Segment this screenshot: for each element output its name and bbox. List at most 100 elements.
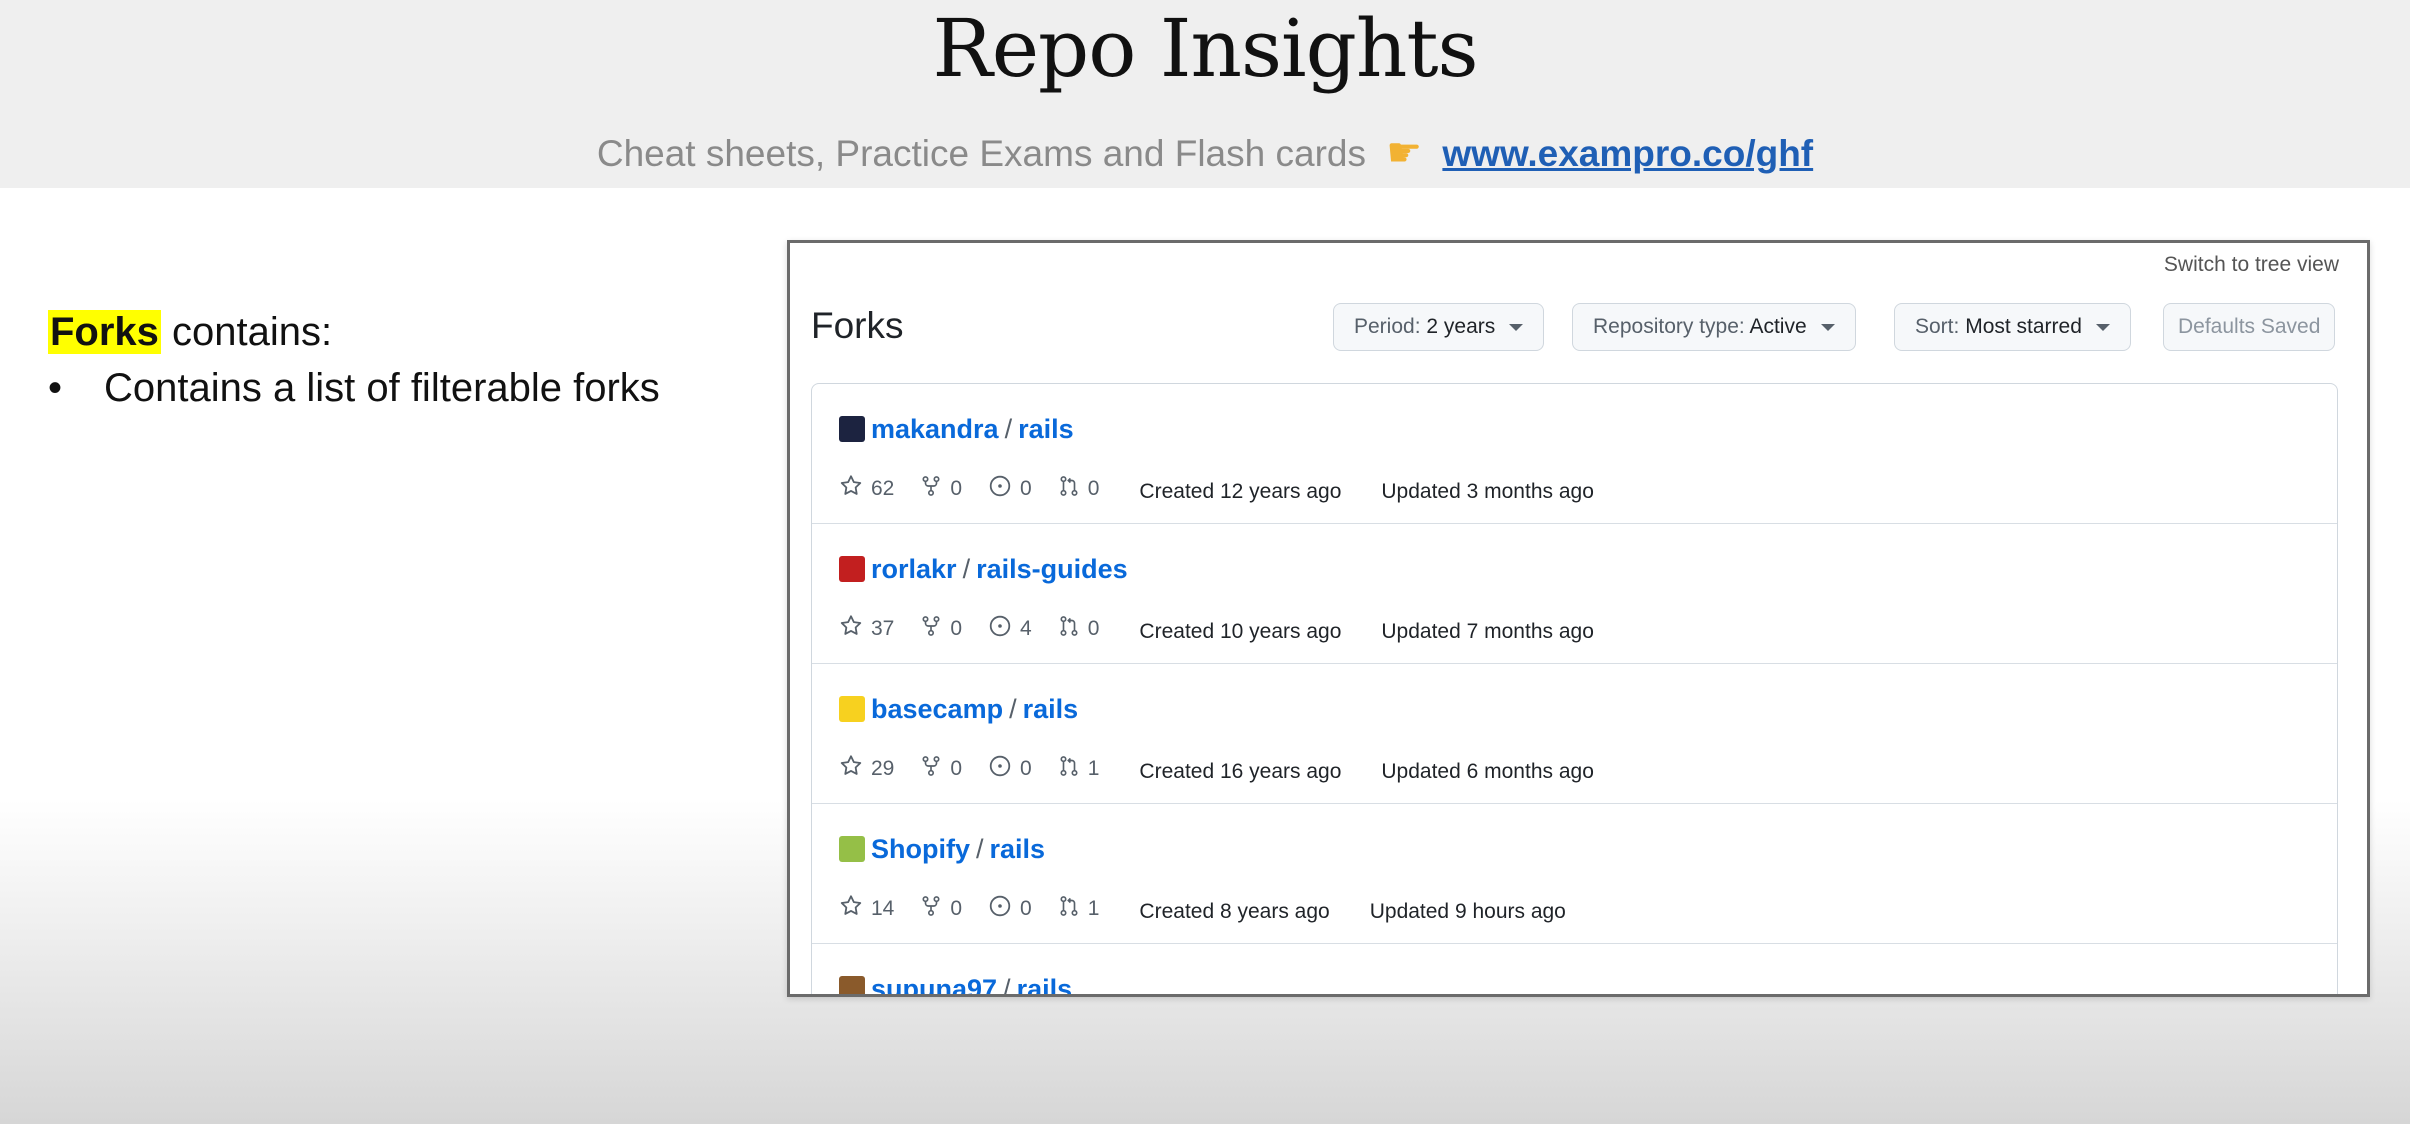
prs-count: 1 (1087, 757, 1100, 780)
issues-stat[interactable]: 0 (988, 754, 1032, 784)
issues-count: 4 (1020, 617, 1032, 640)
issue-icon (988, 474, 1020, 504)
pull-request-icon (1058, 474, 1088, 504)
updated-date: Updated 6 months ago (1381, 760, 1594, 783)
fork-row: supuna97 / rails (812, 944, 2337, 997)
fork-owner-link[interactable]: basecamp (871, 694, 1003, 724)
issue-icon (988, 754, 1020, 784)
prs-stat[interactable]: 0 (1058, 614, 1100, 644)
period-value: 2 years (1426, 315, 1496, 338)
bullet-dot-icon: • (48, 366, 63, 410)
sort-value: Most starred (1965, 315, 2082, 338)
fork-icon (920, 754, 950, 784)
switch-tree-view-link[interactable]: Switch to tree view (2164, 253, 2339, 277)
issue-icon (988, 614, 1020, 644)
forks-title: Forks (811, 305, 904, 346)
repo-separator: / (962, 554, 971, 584)
updated-date: Updated 7 months ago (1381, 620, 1594, 643)
forks-highlight: Forks (48, 310, 161, 354)
fork-row: basecamp / rails 29 0 0 1 Created 16 years ago U… (812, 664, 2337, 804)
fork-repo-link[interactable]: rails-guides (976, 554, 1128, 584)
issues-stat[interactable]: 4 (988, 614, 1032, 644)
owner-avatar (839, 695, 865, 722)
forks-stat[interactable]: 0 (920, 614, 962, 644)
fork-repo-link[interactable]: rails (990, 834, 1046, 864)
star-icon (839, 474, 871, 504)
fork-meta: 29 0 0 1 Created 16 years ago Updated 6 month… (839, 754, 1634, 784)
repository-type-filter[interactable]: Repository type: Active (1572, 303, 1856, 351)
forks-panel-screenshot: Switch to tree view Forks Period: 2 year… (787, 240, 2370, 997)
created-date: Created 10 years ago (1139, 620, 1342, 643)
sort-filter[interactable]: Sort: Most starred (1894, 303, 2131, 351)
stars-count: 14 (871, 897, 895, 920)
updated-date: Updated 3 months ago (1381, 480, 1594, 503)
pull-request-icon (1058, 614, 1088, 644)
forks-stat[interactable]: 0 (920, 894, 962, 924)
forks-count: 0 (950, 617, 963, 640)
fork-icon (920, 614, 950, 644)
fork-meta: 62 0 0 0 Created 12 years ago Updated 3 month… (839, 474, 1634, 504)
sort-label: Sort: (1915, 315, 1960, 338)
slide-header: Repo Insights Cheat sheets, Practice Exa… (0, 0, 2410, 188)
prs-count: 1 (1087, 897, 1100, 920)
subtitle-text: Cheat sheets, Practice Exams and Flash c… (596, 133, 1366, 174)
prs-stat[interactable]: 0 (1058, 474, 1100, 504)
stars-stat[interactable]: 37 (839, 614, 894, 644)
fork-repo-line: supuna97 / rails (839, 974, 1073, 997)
fork-owner-link[interactable]: Shopify (871, 834, 970, 864)
stars-stat[interactable]: 62 (839, 474, 894, 504)
created-date: Created 8 years ago (1139, 900, 1330, 923)
fork-repo-link[interactable]: rails (1018, 414, 1074, 444)
fork-icon (920, 894, 950, 924)
prs-count: 0 (1087, 477, 1100, 500)
stars-stat[interactable]: 29 (839, 754, 894, 784)
fork-owner-link[interactable]: rorlakr (871, 554, 957, 584)
bullet-text: Contains a list of filterable forks (104, 366, 660, 410)
fork-repo-line: makandra / rails (839, 414, 1074, 445)
exampro-link[interactable]: www.exampro.co/ghf (1442, 133, 1813, 174)
owner-avatar (839, 415, 865, 442)
forks-stat[interactable]: 0 (920, 754, 962, 784)
forks-heading: Forks contains: (48, 310, 332, 355)
issues-stat[interactable]: 0 (988, 894, 1032, 924)
stars-stat[interactable]: 14 (839, 894, 894, 924)
created-date: Created 12 years ago (1139, 480, 1342, 503)
slide-subtitle: Cheat sheets, Practice Exams and Flash c… (0, 130, 2410, 176)
stars-count: 29 (871, 757, 895, 780)
fork-meta: 14 0 0 1 Created 8 years ago Updated 9 hours … (839, 894, 1606, 924)
stars-count: 37 (871, 617, 895, 640)
fork-repo-line: basecamp / rails (839, 694, 1078, 725)
star-icon (839, 614, 871, 644)
repo-separator: / (1003, 974, 1011, 997)
repo-separator: / (1004, 414, 1013, 444)
updated-date: Updated 9 hours ago (1369, 900, 1566, 923)
pull-request-icon (1058, 754, 1088, 784)
issue-icon (988, 894, 1020, 924)
forks-stat[interactable]: 0 (920, 474, 962, 504)
fork-row: rorlakr / rails-guides 37 0 4 0 Created 10 year… (812, 524, 2337, 664)
heading-rest: contains: (160, 310, 333, 354)
period-filter[interactable]: Period: 2 years (1333, 303, 1545, 351)
owner-avatar (839, 835, 865, 862)
fork-repo-line: Shopify / rails (839, 834, 1045, 865)
fork-row: Shopify / rails 14 0 0 1 Created 8 years ago Upd… (812, 804, 2337, 944)
fork-owner-link[interactable]: supuna97 (871, 974, 997, 994)
pointing-hand-icon: ☛ (1386, 131, 1423, 175)
owner-avatar (839, 555, 865, 582)
repo-separator: / (976, 834, 984, 864)
prs-stat[interactable]: 1 (1058, 894, 1100, 924)
prs-count: 0 (1087, 617, 1100, 640)
caret-down-icon (2095, 323, 2110, 331)
issues-stat[interactable]: 0 (988, 474, 1032, 504)
fork-repo-link[interactable]: rails (1023, 694, 1079, 724)
issues-count: 0 (1020, 477, 1032, 500)
created-date: Created 16 years ago (1139, 760, 1342, 783)
fork-owner-link[interactable]: makandra (871, 414, 999, 444)
fork-row: makandra / rails 62 0 0 0 Created 12 years ago U… (812, 384, 2337, 524)
issues-count: 0 (1020, 757, 1032, 780)
slide-title: Repo Insights (932, 2, 1478, 95)
fork-repo-link[interactable]: rails (1017, 974, 1073, 994)
repo-separator: / (1009, 694, 1017, 724)
bullet-item: • Contains a list of filterable forks (48, 366, 660, 411)
prs-stat[interactable]: 1 (1058, 754, 1100, 784)
